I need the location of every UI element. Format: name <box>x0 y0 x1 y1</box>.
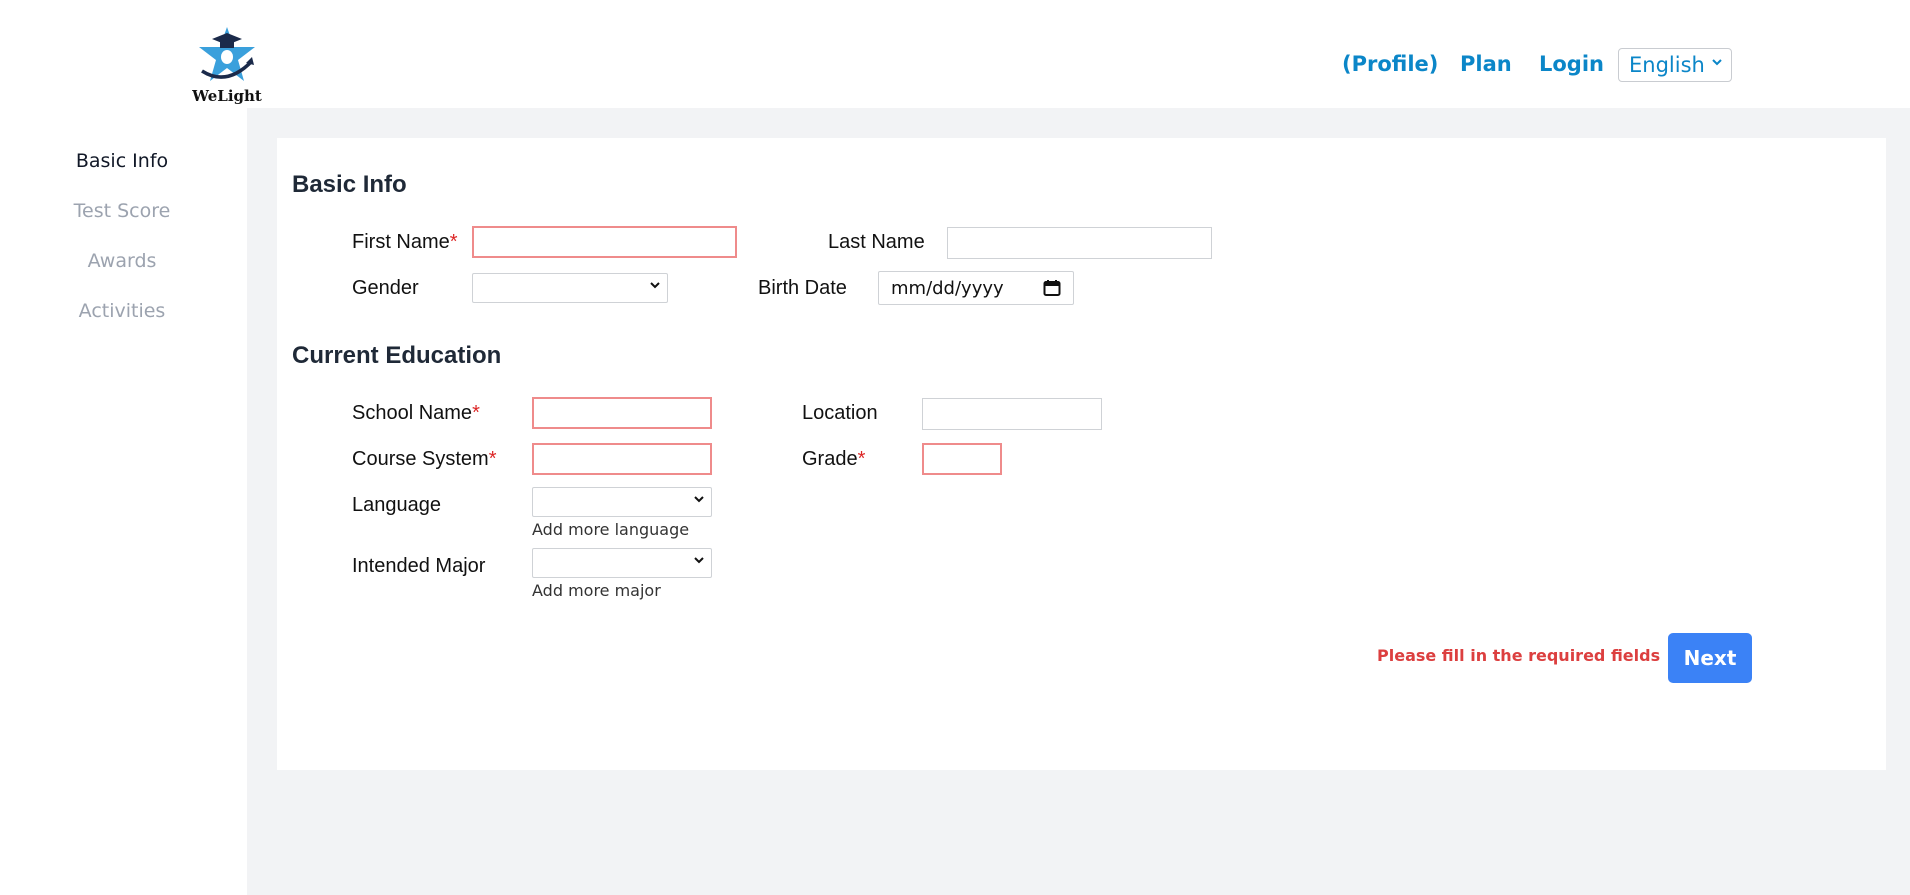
add-more-major-link[interactable]: Add more major <box>532 581 661 600</box>
first-name-label: First Name* <box>352 231 458 254</box>
birth-date-input[interactable]: mm/dd/yyyy <box>878 271 1074 305</box>
language-select[interactable]: English <box>1618 48 1732 82</box>
nav-plan-wrap: Plan <box>1460 48 1512 80</box>
next-button[interactable]: Next <box>1668 633 1752 683</box>
calendar-icon[interactable] <box>1043 279 1061 302</box>
brand-name: WeLight <box>192 87 262 105</box>
nav-login-link[interactable]: Login <box>1539 52 1604 76</box>
required-asterisk: * <box>449 231 458 253</box>
required-asterisk: * <box>857 448 866 470</box>
grade-input[interactable] <box>922 443 1002 475</box>
grade-label: Grade* <box>802 448 865 471</box>
required-asterisk: * <box>488 448 497 470</box>
gender-label: Gender <box>352 277 419 299</box>
chevron-down-icon <box>649 279 661 295</box>
required-fields-error: Please fill in the required fields <box>1377 646 1661 665</box>
nav-login-wrap: Login <box>1539 48 1604 80</box>
chevron-down-icon <box>1711 56 1723 72</box>
last-name-input[interactable] <box>947 227 1212 259</box>
nav-plan-link[interactable]: Plan <box>1460 52 1512 76</box>
sidebar-item-activities[interactable]: Activities <box>0 300 244 322</box>
course-system-label: Course System* <box>352 448 497 471</box>
location-input[interactable] <box>922 398 1102 430</box>
language-select[interactable] <box>532 487 712 517</box>
basic-info-title: Basic Info <box>292 171 407 198</box>
language-label: Language <box>352 494 441 516</box>
nav-profile-link[interactable]: (Profile) <box>1342 52 1438 76</box>
chevron-down-icon <box>693 493 705 509</box>
intended-major-label: Intended Major <box>352 555 486 577</box>
sidebar-item-test-score[interactable]: Test Score <box>0 200 244 222</box>
birth-date-placeholder: mm/dd/yyyy <box>891 277 1004 299</box>
welight-logo[interactable]: WeLight <box>190 25 264 109</box>
language-select-value: English <box>1629 53 1705 77</box>
school-name-input[interactable] <box>532 397 712 429</box>
birth-date-label: Birth Date <box>758 277 847 299</box>
star-logo-icon <box>199 27 255 81</box>
required-asterisk: * <box>472 402 480 424</box>
last-name-label: Last Name <box>828 231 925 253</box>
sidebar-item-basic-info[interactable]: Basic Info <box>0 150 244 172</box>
nav-profile-wrap: (Profile) <box>1342 48 1438 80</box>
first-name-input[interactable] <box>472 226 737 258</box>
course-system-input[interactable] <box>532 443 712 475</box>
chevron-down-icon <box>693 554 705 570</box>
current-education-title: Current Education <box>292 342 502 369</box>
gender-select[interactable] <box>472 273 668 303</box>
header: WeLight (Profile) Plan Login English <box>0 0 1910 108</box>
add-more-language-link[interactable]: Add more language <box>532 520 689 539</box>
sidebar-item-awards[interactable]: Awards <box>0 250 244 272</box>
first-name-label-text: First Name <box>352 231 450 253</box>
school-name-label-text: School Name <box>352 402 473 424</box>
course-system-label-text: Course System <box>352 448 489 470</box>
school-name-label: School Name* <box>352 402 480 425</box>
grade-label-text: Grade <box>802 448 858 470</box>
location-label: Location <box>802 402 878 424</box>
intended-major-select[interactable] <box>532 548 712 578</box>
